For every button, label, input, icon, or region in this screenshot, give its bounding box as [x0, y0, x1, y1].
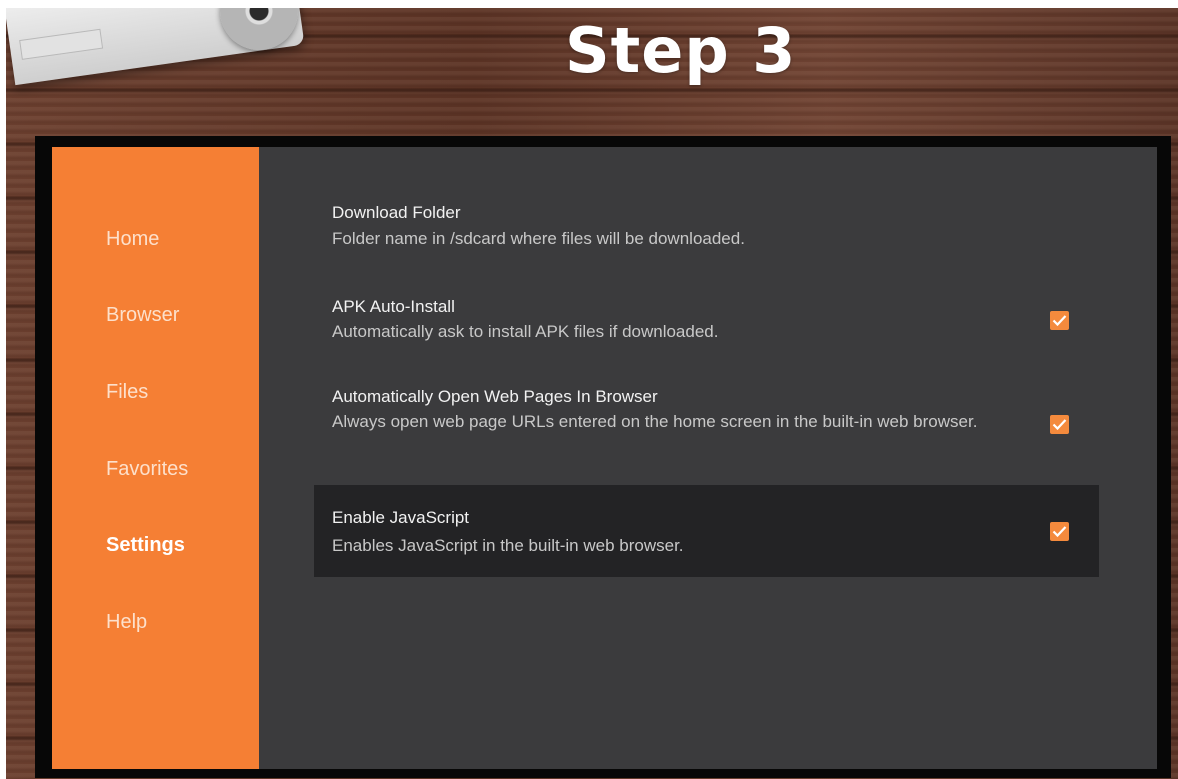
- setting-description: Automatically ask to install APK files i…: [332, 322, 719, 341]
- setting-enable-javascript[interactable]: Enable JavaScript Enables JavaScript in …: [314, 485, 1099, 577]
- sidebar-item-files[interactable]: Files: [106, 372, 148, 412]
- checkmark-icon: [1052, 315, 1067, 327]
- laptop-keyboard: [19, 28, 104, 60]
- tv-screen: Home Browser Files Favorites Settings He…: [35, 136, 1171, 778]
- enable-javascript-checkbox[interactable]: [1050, 522, 1069, 541]
- apk-auto-install-checkbox[interactable]: [1050, 311, 1069, 330]
- setting-apk-auto-install[interactable]: APK Auto-Install Automatically ask to in…: [314, 285, 1099, 357]
- setting-download-folder[interactable]: Download Folder Folder name in /sdcard w…: [314, 187, 1099, 261]
- setting-description: Enables JavaScript in the built-in web b…: [332, 536, 684, 555]
- setting-title: Download Folder: [332, 203, 461, 222]
- sidebar-item-help[interactable]: Help: [106, 602, 147, 642]
- setting-description: Always open web page URLs entered on the…: [332, 412, 978, 431]
- checkmark-icon: [1052, 526, 1067, 538]
- sidebar-item-browser[interactable]: Browser: [106, 295, 179, 335]
- sidebar-item-favorites[interactable]: Favorites: [106, 449, 188, 489]
- settings-panel: Download Folder Folder name in /sdcard w…: [259, 147, 1157, 769]
- auto-open-web-pages-checkbox[interactable]: [1050, 415, 1069, 434]
- setting-title: APK Auto-Install: [332, 297, 455, 316]
- sidebar-item-settings[interactable]: Settings: [106, 525, 185, 565]
- checkmark-icon: [1052, 419, 1067, 431]
- setting-title: Automatically Open Web Pages In Browser: [332, 387, 658, 406]
- setting-description: Folder name in /sdcard where files will …: [332, 229, 745, 248]
- sidebar: Home Browser Files Favorites Settings He…: [52, 147, 259, 769]
- setting-title: Enable JavaScript: [332, 508, 470, 527]
- step-title: Step 3: [565, 14, 797, 87]
- setting-auto-open-web-pages[interactable]: Automatically Open Web Pages In Browser …: [314, 371, 1099, 471]
- sidebar-item-home[interactable]: Home: [106, 219, 159, 259]
